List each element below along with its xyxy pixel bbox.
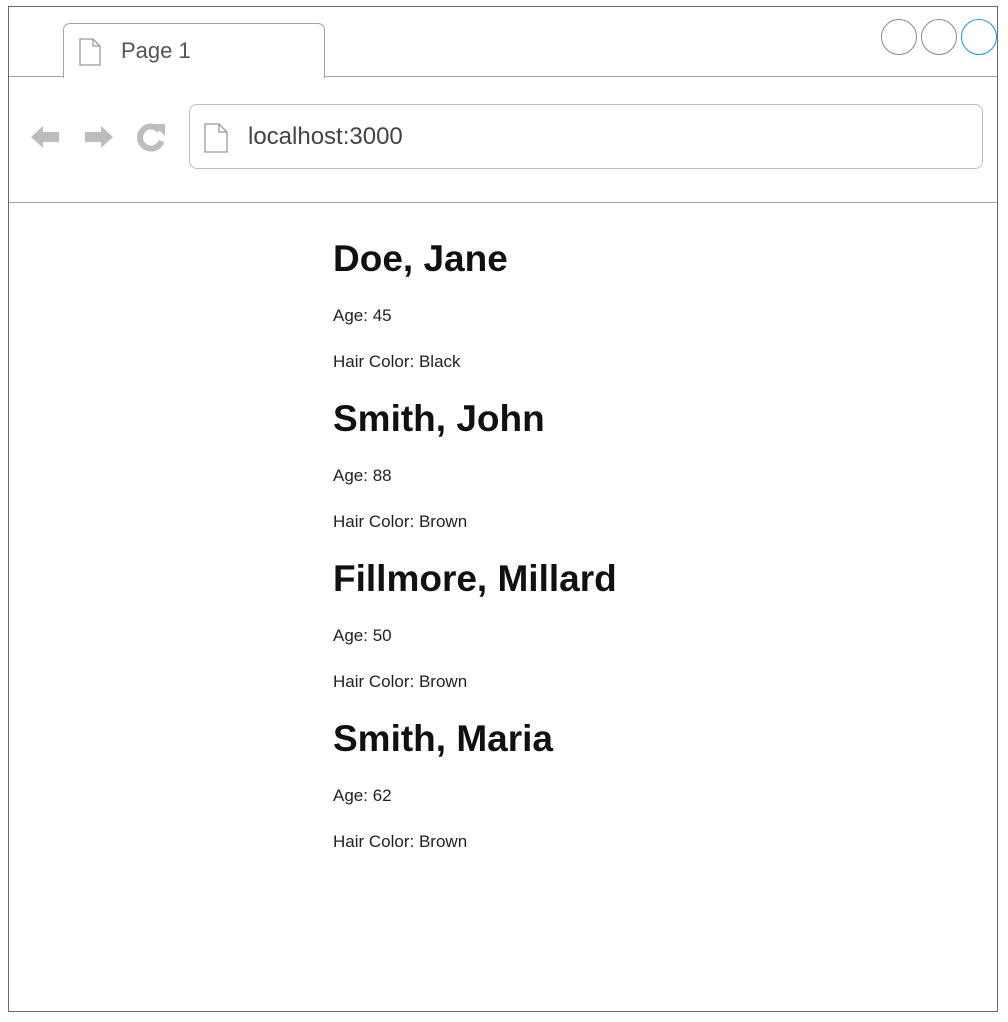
person-hair-color: Hair Color: Brown — [333, 672, 468, 691]
person-name: Smith, John — [333, 398, 545, 439]
tab-title: Page 1 — [121, 38, 191, 63]
person-name: Doe, Jane — [333, 238, 508, 279]
document-icon — [204, 123, 228, 153]
address-bar[interactable]: localhost:3000 — [189, 104, 983, 169]
person-age: Age: 45 — [333, 306, 392, 325]
browser-toolbar: localhost:3000 — [9, 77, 997, 203]
person-name: Smith, Maria — [333, 718, 553, 759]
person-hair-color: Hair Color: Black — [333, 352, 461, 371]
tab-strip: Page 1 — [9, 7, 997, 78]
document-icon — [79, 38, 101, 66]
reload-icon[interactable] — [135, 121, 167, 153]
minimize-button[interactable] — [881, 19, 917, 55]
browser-window: Page 1 localhost:3000 Doe, Jane Age: 45 … — [8, 6, 998, 1012]
person-entry: Fillmore, Millard Age: 50 Hair Color: Br… — [333, 555, 973, 715]
person-hair-color: Hair Color: Brown — [333, 512, 468, 531]
person-name: Fillmore, Millard — [333, 558, 617, 599]
person-entry: Doe, Jane Age: 45 Hair Color: Black — [333, 235, 973, 395]
window-controls — [877, 19, 997, 55]
person-entry: Smith, John Age: 88 Hair Color: Brown — [333, 395, 973, 555]
person-hair-color: Hair Color: Brown — [333, 832, 468, 851]
person-age: Age: 50 — [333, 626, 392, 645]
person-entry: Smith, Maria Age: 62 Hair Color: Brown — [333, 715, 973, 875]
restore-button[interactable] — [921, 19, 957, 55]
browser-tab[interactable]: Page 1 — [63, 23, 325, 78]
arrow-left-icon[interactable] — [29, 121, 61, 153]
arrow-right-icon[interactable] — [83, 121, 115, 153]
person-age: Age: 62 — [333, 786, 392, 805]
url-text: localhost:3000 — [248, 123, 403, 150]
person-age: Age: 88 — [333, 466, 392, 485]
page-content: Doe, Jane Age: 45 Hair Color: Black Smit… — [333, 235, 973, 875]
maximize-button[interactable] — [961, 19, 997, 55]
toolbar-divider — [9, 202, 997, 203]
